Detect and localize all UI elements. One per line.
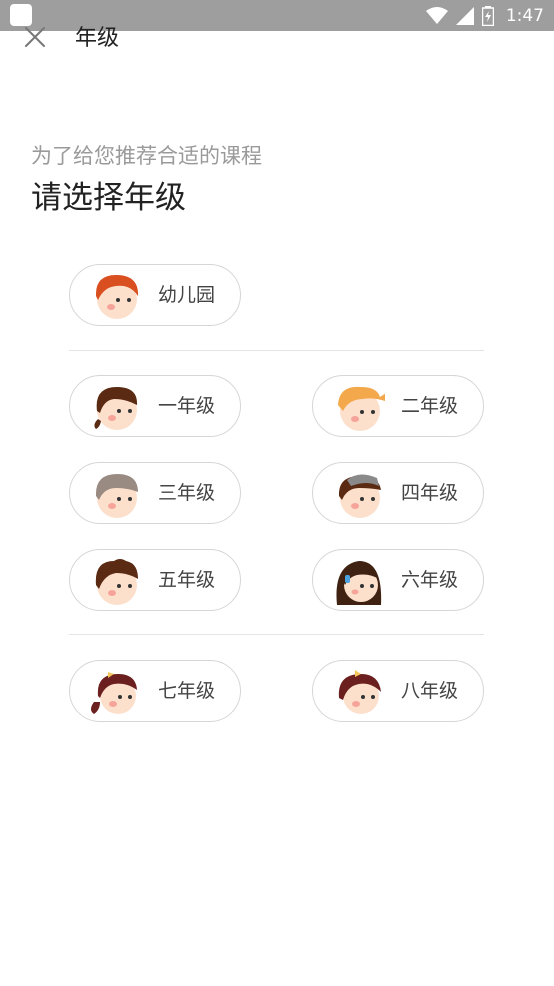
- grade-option-kindergarten[interactable]: 幼儿园: [69, 264, 241, 326]
- signal-icon: [455, 6, 474, 25]
- boy-cap-avatar-icon: [338, 386, 385, 431]
- grade-label: 幼儿园: [158, 284, 216, 306]
- girl-ponytail-avatar-icon: [91, 672, 137, 714]
- grade-option-7[interactable]: 七年级: [69, 660, 241, 722]
- grade-option-3[interactable]: 三年级: [69, 462, 241, 524]
- girl-avatar-icon: [94, 387, 138, 430]
- grade-label: 五年级: [158, 569, 216, 591]
- boy-avatar-icon: [95, 474, 138, 518]
- grade-option-5[interactable]: 五年级: [69, 549, 241, 611]
- grade-option-4[interactable]: 四年级: [312, 462, 484, 524]
- boy-avatar-icon: [95, 274, 139, 319]
- wifi-icon: [425, 6, 448, 24]
- status-icons: 1:47: [425, 0, 544, 31]
- grade-label: 二年级: [401, 395, 459, 417]
- grade-label: 六年级: [401, 569, 459, 591]
- girl-avatar-icon: [338, 670, 381, 714]
- grade-label: 七年级: [158, 680, 216, 702]
- intro-headline: 请选择年级: [31, 180, 186, 216]
- grade-label: 四年级: [401, 482, 459, 504]
- grade-label: 三年级: [158, 482, 216, 504]
- divider: [69, 634, 484, 635]
- girl-avatar-icon: [336, 561, 382, 605]
- grade-option-8[interactable]: 八年级: [312, 660, 484, 722]
- grade-option-1[interactable]: 一年级: [69, 375, 241, 437]
- divider: [69, 350, 484, 351]
- grade-option-6[interactable]: 六年级: [312, 549, 484, 611]
- boy-avatar-icon: [95, 559, 138, 605]
- grade-label: 八年级: [401, 680, 459, 702]
- status-time: 1:47: [505, 5, 544, 26]
- grade-label: 一年级: [158, 395, 216, 417]
- intro-subtitle: 为了给您推荐合适的课程: [31, 144, 262, 168]
- page-title: 年级: [75, 26, 120, 51]
- boy-beanie-avatar-icon: [338, 474, 381, 518]
- close-icon[interactable]: [22, 24, 48, 50]
- battery-charging-icon: [481, 5, 494, 26]
- app-notification-icon: [10, 4, 32, 26]
- grade-option-2[interactable]: 二年级: [312, 375, 484, 437]
